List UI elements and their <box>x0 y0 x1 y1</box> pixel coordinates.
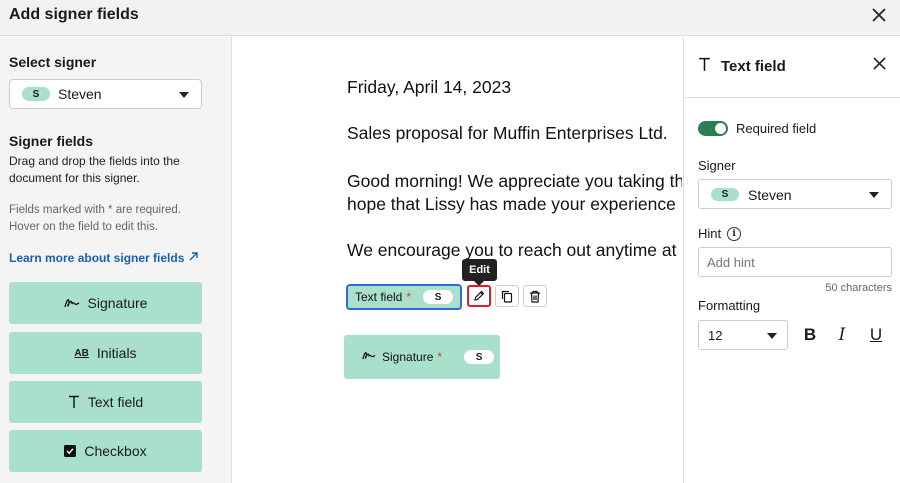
modal-header: Add signer fields <box>0 0 900 36</box>
signer-fields-title: Signer fields <box>9 133 94 149</box>
close-icon[interactable] <box>873 57 886 75</box>
select-signer-label: Select signer <box>9 54 97 70</box>
edit-field-button[interactable] <box>467 285 491 307</box>
required-asterisk: * <box>406 290 412 304</box>
panel-title: Text field <box>698 57 786 76</box>
text-field-label: Text field <box>87 394 144 410</box>
learn-more-label: Learn more about signer fields <box>9 251 185 265</box>
font-size-select[interactable]: 12 <box>698 320 788 350</box>
doc-paragraph-line-1: Good morning! We appreciate you taking t… <box>347 171 682 191</box>
text-field-button[interactable]: Text field <box>9 381 202 423</box>
document-canvas[interactable]: Friday, April 14, 2023 Sales proposal fo… <box>233 37 682 483</box>
placed-text-field[interactable]: Text field * S <box>346 284 462 310</box>
required-asterisk: * <box>437 350 443 364</box>
text-icon <box>698 57 711 76</box>
copy-icon <box>501 290 513 303</box>
delete-field-button[interactable] <box>523 285 547 307</box>
checkbox-field-button[interactable]: Checkbox <box>9 430 202 472</box>
signer-initial-badge: S <box>423 290 454 304</box>
doc-paragraph-line-3: We encourage you to reach out anytime at <box>347 240 677 260</box>
italic-button[interactable]: I <box>830 323 854 347</box>
initials-field-button[interactable]: AB Initials <box>9 332 202 374</box>
panel-signer-select[interactable]: S Steven <box>698 179 892 209</box>
checkbox-icon <box>64 445 77 457</box>
trash-icon <box>530 290 540 303</box>
signature-icon <box>63 297 80 309</box>
placed-signature-label: Signature <box>382 350 434 364</box>
hint-input[interactable] <box>698 247 892 277</box>
doc-heading: Sales proposal for Muffin Enterprises Lt… <box>347 123 668 143</box>
initials-icon: AB <box>74 347 89 359</box>
required-toggle[interactable] <box>698 121 728 136</box>
bold-button[interactable]: B <box>798 323 822 347</box>
font-size-value: 12 <box>708 328 723 343</box>
learn-more-link[interactable]: Learn more about signer fields <box>9 251 199 265</box>
modal-title: Add signer fields <box>9 6 139 23</box>
signer-select[interactable]: S Steven <box>9 79 202 109</box>
signature-icon <box>362 350 376 364</box>
signer-name: Steven <box>748 187 792 203</box>
panel-divider <box>684 97 900 98</box>
required-field-label: Required field <box>736 121 817 136</box>
checkbox-field-label: Checkbox <box>84 443 147 459</box>
signer-sidebar: Select signer S Steven Signer fields Dra… <box>0 37 232 483</box>
signer-label: Signer <box>698 158 736 173</box>
toggle-knob <box>715 123 726 134</box>
signature-field-button[interactable]: Signature <box>9 282 202 324</box>
panel-title-text: Text field <box>721 58 786 75</box>
chevron-down-icon <box>767 333 777 339</box>
pencil-icon <box>474 290 485 301</box>
chevron-down-icon <box>179 92 189 98</box>
required-description: Fields marked with * are required. Hover… <box>9 204 181 233</box>
placed-text-field-label: Text field <box>355 290 403 304</box>
edit-tooltip: Edit <box>462 259 497 286</box>
close-icon[interactable] <box>868 4 890 26</box>
signer-name: Steven <box>58 86 102 102</box>
initials-field-label: Initials <box>96 345 137 361</box>
chevron-down-icon <box>869 192 879 198</box>
external-link-icon <box>188 251 199 265</box>
drag-description: Drag and drop the fields into the docume… <box>9 154 180 185</box>
doc-date: Friday, April 14, 2023 <box>347 77 512 97</box>
signature-field-label: Signature <box>87 295 148 311</box>
hint-label: Hint <box>698 226 722 241</box>
char-limit-text: 50 characters <box>825 282 892 294</box>
text-icon <box>68 395 80 409</box>
signer-initial-badge: S <box>464 350 495 364</box>
underline-button[interactable]: U <box>864 323 888 347</box>
signer-initial-badge: S <box>22 87 50 101</box>
field-properties-panel: Text field Required field Signer S Steve… <box>683 37 900 483</box>
formatting-label: Formatting <box>698 298 761 313</box>
info-icon[interactable]: i <box>727 226 742 241</box>
placed-signature-field[interactable]: Signature * S <box>344 335 500 379</box>
signer-initial-badge: S <box>711 188 739 201</box>
duplicate-field-button[interactable] <box>495 285 519 307</box>
hint-label-row: Hint i <box>698 226 742 241</box>
doc-paragraph-line-2: hope that Lissy has made your experience <box>347 194 676 214</box>
